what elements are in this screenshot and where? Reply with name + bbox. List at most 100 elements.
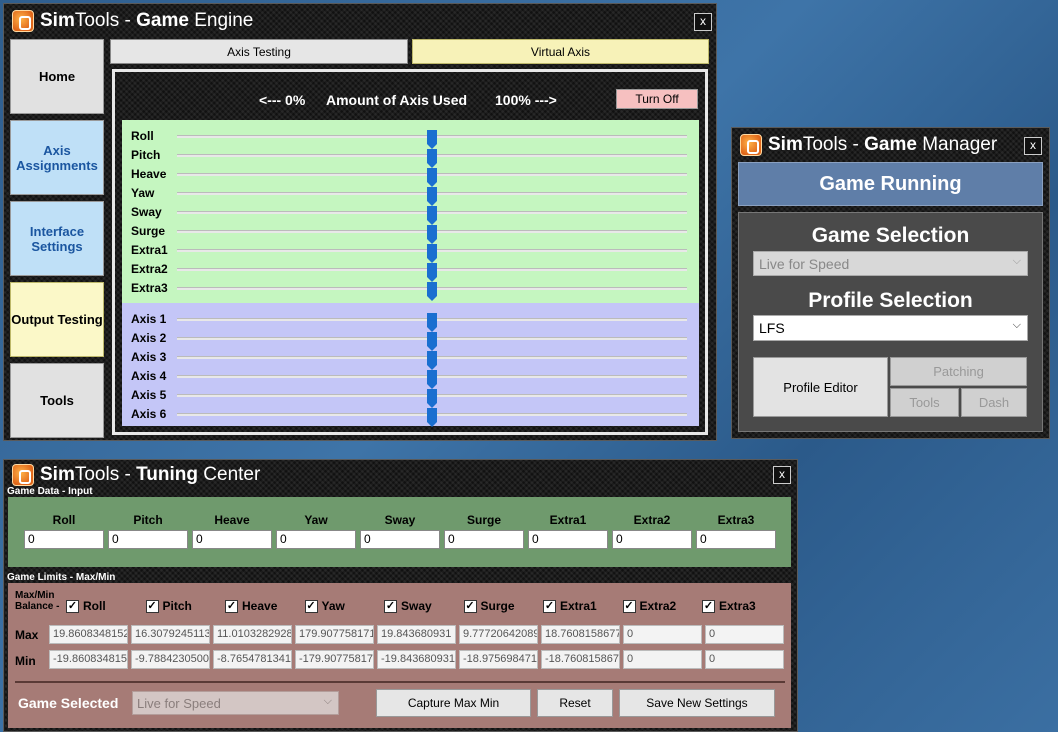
axis-slider-track[interactable]	[177, 206, 687, 225]
axis-slider-track[interactable]	[177, 168, 687, 187]
simtools-logo-icon	[740, 134, 762, 156]
nav-output-testing-button[interactable]: Output Testing	[10, 282, 104, 357]
slider-thumb[interactable]	[427, 225, 437, 244]
max-limit-field[interactable]: 179.907758171	[295, 625, 374, 644]
slider-thumb[interactable]	[427, 351, 437, 370]
game-data-input[interactable]: 0	[108, 530, 188, 549]
checkmark-icon[interactable]: ✓	[622, 599, 636, 613]
balance-checkbox[interactable]: ✓ Extra2	[622, 599, 676, 613]
axis-slider-track[interactable]	[177, 130, 687, 149]
min-limit-field[interactable]: -19.860834815	[49, 650, 128, 669]
max-limit-field[interactable]: 19.843680931	[377, 625, 456, 644]
game-data-input[interactable]: 0	[192, 530, 272, 549]
axis-slider-track[interactable]	[177, 370, 687, 389]
tools-button[interactable]: Tools	[890, 388, 959, 417]
close-icon[interactable]: x	[694, 13, 712, 31]
balance-checkbox[interactable]: ✓ Sway	[384, 599, 432, 613]
max-limit-field[interactable]: 9.77720642089	[459, 625, 538, 644]
min-limit-field[interactable]: 0	[705, 650, 784, 669]
game-data-input[interactable]: 0	[276, 530, 356, 549]
min-limit-field[interactable]: -8.7654781341	[213, 650, 292, 669]
max-limit-field[interactable]: 18.7608158677	[541, 625, 620, 644]
balance-checkbox[interactable]: ✓ Heave	[225, 599, 277, 613]
slider-thumb[interactable]	[427, 313, 437, 332]
checkmark-icon[interactable]: ✓	[145, 599, 159, 613]
checkmark-icon[interactable]: ✓	[66, 599, 79, 613]
checkmark-icon[interactable]: ✓	[304, 599, 318, 613]
axis-slider-track[interactable]	[177, 351, 687, 370]
slider-thumb[interactable]	[427, 168, 437, 187]
game-selection-dropdown[interactable]: Live for Speed ⌵	[753, 251, 1028, 276]
axis-slider-track[interactable]	[177, 408, 687, 427]
tuning-center-titlebar[interactable]: SimTools - Tuning Center	[4, 460, 797, 490]
profile-editor-button[interactable]: Profile Editor	[753, 357, 888, 417]
min-limit-field[interactable]: -18.760815867	[541, 650, 620, 669]
axis-slider-track[interactable]	[177, 149, 687, 168]
game-selected-dropdown[interactable]: Live for Speed ⌵	[132, 691, 339, 715]
reset-button[interactable]: Reset	[537, 689, 613, 717]
slider-thumb[interactable]	[427, 263, 437, 282]
slider-thumb[interactable]	[427, 332, 437, 351]
min-limit-field[interactable]: -179.90775817	[295, 650, 374, 669]
axis-slider-track[interactable]	[177, 282, 687, 301]
axis-slider-track[interactable]	[177, 389, 687, 408]
slider-thumb[interactable]	[427, 370, 437, 389]
game-data-input[interactable]: 0	[528, 530, 608, 549]
checkmark-icon[interactable]: ✓	[543, 599, 556, 613]
slider-thumb[interactable]	[427, 149, 437, 168]
axis-slider-track[interactable]	[177, 263, 687, 282]
patching-button[interactable]: Patching	[890, 357, 1027, 386]
capture-max-min-button[interactable]: Capture Max Min	[376, 689, 531, 717]
max-limit-field[interactable]: 0	[705, 625, 784, 644]
axis-slider-track[interactable]	[177, 332, 687, 351]
min-limit-field[interactable]: -18.975698471	[459, 650, 538, 669]
slider-thumb[interactable]	[427, 187, 437, 206]
dash-button[interactable]: Dash	[961, 388, 1027, 417]
min-limit-field[interactable]: -9.7884230500	[131, 650, 210, 669]
nav-axis-assignments-button[interactable]: Axis Assignments	[10, 120, 104, 195]
axis-slider-track[interactable]	[177, 313, 687, 332]
max-limit-field[interactable]: 0	[623, 625, 702, 644]
checkmark-icon[interactable]: ✓	[225, 599, 238, 613]
balance-checkbox[interactable]: ✓ Extra1	[543, 599, 597, 613]
nav-tools-button[interactable]: Tools	[10, 363, 104, 438]
slider-thumb[interactable]	[427, 408, 437, 427]
slider-thumb[interactable]	[427, 282, 437, 301]
axis-slider-track[interactable]	[177, 187, 687, 206]
axis-slider-track[interactable]	[177, 225, 687, 244]
game-data-input[interactable]: 0	[612, 530, 692, 549]
axis-slider-track[interactable]	[177, 244, 687, 263]
checkmark-icon[interactable]: ✓	[384, 599, 397, 613]
balance-checkbox[interactable]: ✓ Yaw	[304, 599, 345, 613]
game-data-input[interactable]: 0	[696, 530, 776, 549]
turn-off-button[interactable]: Turn Off	[616, 89, 698, 109]
game-manager-titlebar[interactable]: SimTools - Game Manager	[732, 128, 1049, 162]
profile-selection-dropdown[interactable]: LFS ⌵	[753, 315, 1028, 341]
min-limit-field[interactable]: 0	[623, 650, 702, 669]
game-engine-titlebar[interactable]: SimTools - Game Engine	[4, 4, 716, 38]
balance-checkbox[interactable]: ✓ Pitch	[145, 599, 192, 613]
nav-home-button[interactable]: Home	[10, 39, 104, 114]
save-new-settings-button[interactable]: Save New Settings	[619, 689, 775, 717]
slider-thumb[interactable]	[427, 244, 437, 263]
balance-checkbox[interactable]: ✓ Extra3	[702, 599, 756, 613]
max-limit-field[interactable]: 19.8608348152	[49, 625, 128, 644]
max-limit-field[interactable]: 16.3079245113	[131, 625, 210, 644]
min-limit-field[interactable]: -19.843680931	[377, 650, 456, 669]
close-icon[interactable]: x	[773, 466, 791, 484]
game-data-input[interactable]: 0	[360, 530, 440, 549]
nav-interface-settings-button[interactable]: Interface Settings	[10, 201, 104, 276]
game-data-input[interactable]: 0	[444, 530, 524, 549]
checkmark-icon[interactable]: ✓	[463, 599, 477, 613]
balance-checkbox[interactable]: ✓ Roll	[66, 599, 106, 613]
slider-thumb[interactable]	[427, 130, 437, 149]
slider-thumb[interactable]	[427, 389, 437, 408]
close-icon[interactable]: x	[1024, 137, 1042, 155]
game-data-input[interactable]: 0	[24, 530, 104, 549]
tab-axis-testing[interactable]: Axis Testing	[110, 39, 408, 64]
balance-checkbox[interactable]: ✓ Surge	[463, 599, 515, 613]
checkmark-icon[interactable]: ✓	[702, 599, 715, 613]
slider-thumb[interactable]	[427, 206, 437, 225]
max-limit-field[interactable]: 11.0103282928	[213, 625, 292, 644]
tab-virtual-axis[interactable]: Virtual Axis	[412, 39, 709, 64]
